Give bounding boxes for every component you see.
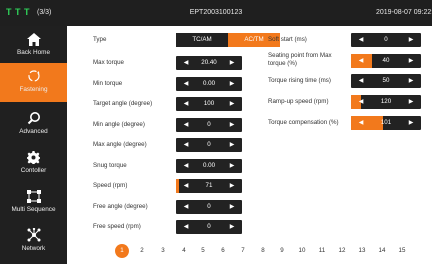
page-15[interactable]: 15 [395, 244, 409, 258]
page-9[interactable]: 9 [275, 244, 289, 258]
connection-count: (3/3) [37, 9, 52, 16]
type-label: Type [93, 36, 107, 43]
soft-start-ms-stepper[interactable]: ◀ 0 ▶ [351, 33, 421, 47]
stepper-value[interactable]: 0 [190, 200, 228, 214]
stepper-value[interactable]: 0.00 [190, 77, 228, 91]
sidebar-item-controller[interactable]: Contoller [0, 144, 67, 183]
sidebar-item-label: Advanced [19, 128, 48, 135]
increase-arrow-icon[interactable]: ▶ [224, 159, 240, 173]
type-toggle: TC/AM AC/TM [176, 33, 280, 47]
page-13[interactable]: 13 [355, 244, 369, 258]
sidebar-item-label: Multi Sequence [11, 206, 56, 213]
torque-compensation-label: Torque compensation (%) [268, 118, 339, 126]
ramp-up-speed-rpm-stepper[interactable]: ◀ 120 ▶ [351, 95, 421, 110]
sidebar-item-advanced[interactable]: Advanced [0, 105, 67, 144]
max-torque-stepper[interactable]: ◀ 20.40 ▶ [176, 56, 242, 70]
increase-arrow-icon[interactable]: ▶ [403, 116, 419, 130]
max-angle-degree-stepper[interactable]: ◀ 0 ▶ [176, 138, 242, 152]
page-5[interactable]: 5 [196, 244, 210, 258]
sidebar-item-label: Back Home [16, 49, 51, 56]
page-4[interactable]: 4 [177, 244, 191, 258]
stepper-value[interactable]: 100 [190, 97, 228, 111]
stepper-value[interactable]: 0 [190, 220, 228, 234]
page-8[interactable]: 8 [256, 244, 270, 258]
type-option-tc-am[interactable]: TC/AM [176, 33, 228, 47]
page-2[interactable]: 2 [135, 244, 149, 258]
increase-arrow-icon[interactable]: ▶ [403, 33, 419, 47]
page-11[interactable]: 11 [315, 244, 329, 258]
increase-arrow-icon[interactable]: ▶ [224, 77, 240, 91]
page-10[interactable]: 10 [295, 244, 309, 258]
sidebar: Back Home Fastening Advanced Contoller M… [0, 26, 67, 264]
increase-arrow-icon[interactable]: ▶ [224, 179, 240, 193]
increase-arrow-icon[interactable]: ▶ [224, 56, 240, 70]
device-id: EPT2003100123 [189, 9, 243, 16]
max-angle-degree-label: Max angle (degree) [93, 141, 147, 148]
stepper-value[interactable]: 101 [365, 116, 407, 130]
stepper-value[interactable]: 0 [190, 138, 228, 152]
snug-torque-label: Snug torque [93, 161, 127, 169]
speed-rpm-stepper[interactable]: ◀ 71 ▶ [176, 179, 242, 193]
stepper-value[interactable]: 40 [365, 54, 407, 68]
min-torque-label: Min torque [93, 79, 123, 87]
seating-point-from-max-torque-label: Seating point from Max torque (%) [268, 51, 332, 67]
torque-rising-time-ms-stepper[interactable]: ◀ 50 ▶ [351, 74, 421, 89]
increase-arrow-icon[interactable]: ▶ [403, 74, 419, 88]
free-speed-rpm-label: Free speed (rpm) [93, 223, 141, 230]
target-angle-degree-label: Target angle (degree) [93, 100, 153, 107]
stepper-value[interactable]: 0.00 [190, 159, 228, 173]
ramp-up-speed-rpm-label: Ramp-up speed (rpm) [268, 98, 329, 106]
stepper-value[interactable]: 20.40 [190, 56, 228, 70]
torque-rising-time-ms-label: Torque rising time (ms) [268, 77, 331, 85]
network-icon [0, 227, 67, 243]
stepper-value[interactable]: 120 [365, 95, 407, 109]
free-angle-degree-stepper[interactable]: ◀ 0 ▶ [176, 199, 242, 214]
page-3[interactable]: 3 [156, 244, 170, 258]
advanced-search-icon [0, 110, 67, 126]
sidebar-item-label: Contoller [20, 167, 47, 174]
increase-arrow-icon[interactable]: ▶ [224, 138, 240, 152]
free-speed-rpm-stepper[interactable]: ◀ 0 ▶ [176, 220, 242, 234]
min-torque-stepper[interactable]: ◀ 0.00 ▶ [176, 76, 242, 91]
page-7[interactable]: 7 [236, 244, 250, 258]
page-1[interactable]: 1 [115, 244, 129, 258]
min-angle-degree-stepper[interactable]: ◀ 0 ▶ [176, 117, 242, 132]
min-angle-degree-label: Min angle (degree) [93, 120, 145, 128]
stepper-value[interactable]: 0 [190, 118, 228, 132]
page-14[interactable]: 14 [375, 244, 389, 258]
datetime: 2019-08-07 09:22: [376, 9, 432, 16]
stepper-value[interactable]: 50 [365, 74, 407, 88]
page-6[interactable]: 6 [216, 244, 230, 258]
sidebar-item-fastening[interactable]: Fastening [0, 63, 67, 102]
increase-arrow-icon[interactable]: ▶ [224, 97, 240, 111]
sidebar-item-label: Network [21, 245, 46, 252]
increase-arrow-icon[interactable]: ▶ [224, 200, 240, 214]
increase-arrow-icon[interactable]: ▶ [403, 95, 419, 109]
home-icon [0, 31, 67, 47]
increase-arrow-icon[interactable]: ▶ [224, 220, 240, 234]
page-12[interactable]: 12 [335, 244, 349, 258]
sidebar-item-label: Fastening [19, 86, 48, 93]
free-angle-degree-label: Free angle (degree) [93, 202, 148, 210]
fastening-panel: Type TC/AM AC/TM 1 2 3 4 5 6 7 8 9 10 11 12 13 14 15 M… [67, 26, 432, 264]
seating-point-from-max-torque-stepper[interactable]: ◀ 40 ▶ [351, 53, 421, 68]
signal-bars-icon: TTT [6, 7, 30, 17]
speed-rpm-label: Speed (rpm) [93, 182, 128, 189]
target-angle-degree-stepper[interactable]: ◀ 100 ▶ [176, 97, 242, 111]
increase-arrow-icon[interactable]: ▶ [224, 118, 240, 132]
sidebar-item-multi-sequence[interactable]: Multi Sequence [0, 183, 67, 222]
snug-torque-stepper[interactable]: ◀ 0.00 ▶ [176, 158, 242, 173]
sidebar-item-back-home[interactable]: Back Home [0, 26, 67, 65]
gear-icon [0, 149, 67, 165]
torque-compensation-stepper[interactable]: ◀ 101 ▶ [351, 115, 421, 130]
increase-arrow-icon[interactable]: ▶ [403, 54, 419, 68]
soft-start-ms-label: Soft start (ms) [268, 36, 307, 43]
sequence-icon [0, 188, 67, 204]
max-torque-label: Max torque [93, 59, 124, 66]
stepper-value[interactable]: 0 [365, 33, 407, 47]
sidebar-item-network[interactable]: Network [0, 222, 67, 261]
fastening-icon [0, 68, 67, 84]
stepper-value[interactable]: 71 [190, 179, 228, 193]
status-bar: TTT (3/3) EPT2003100123 2019-08-07 09:22… [0, 0, 432, 26]
